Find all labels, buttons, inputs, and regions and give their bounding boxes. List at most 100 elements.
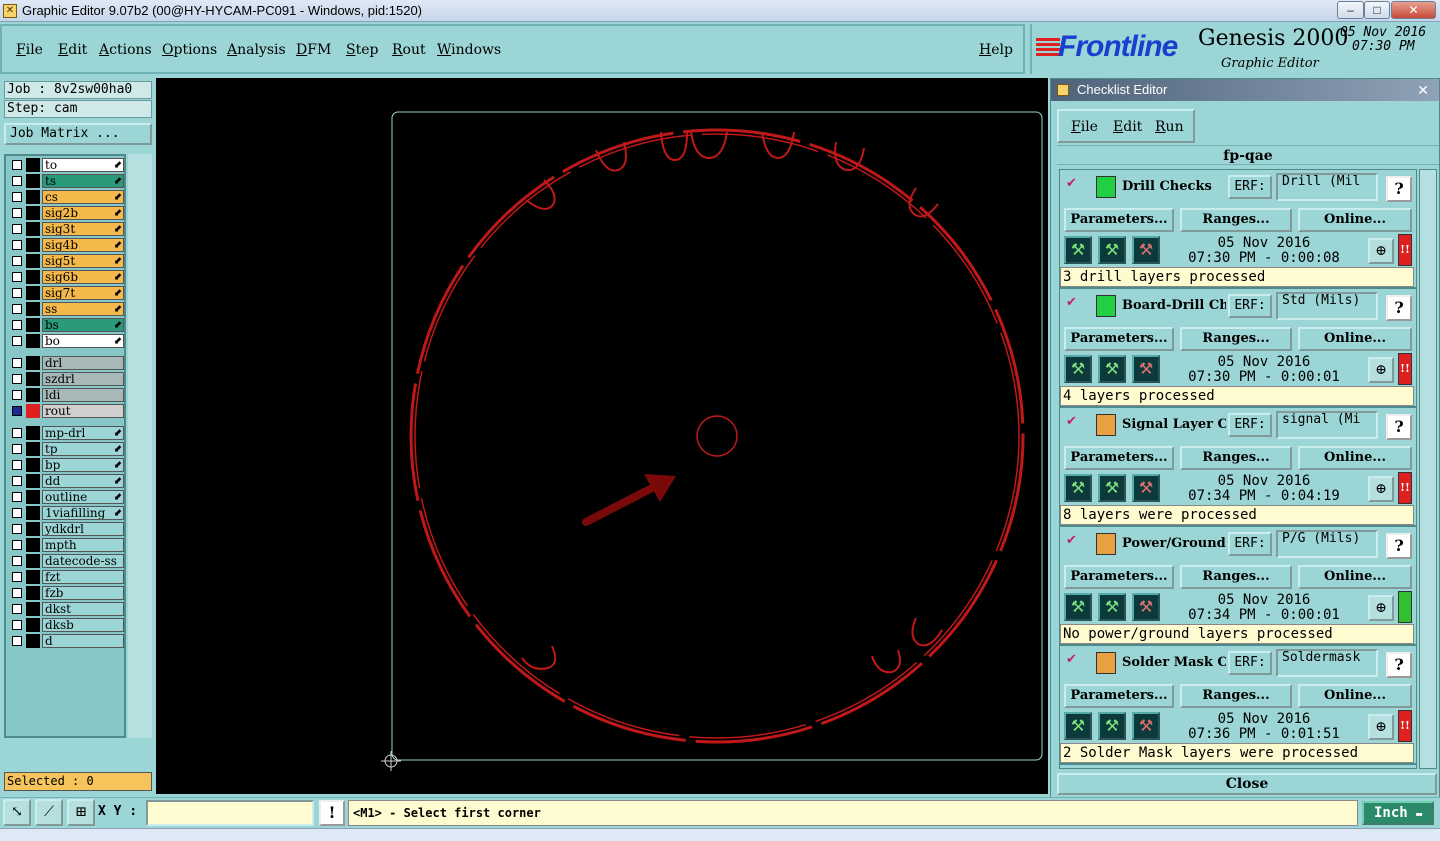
layer-name[interactable]: sig6b ⬋	[42, 270, 124, 284]
layer-color-swatch[interactable]	[26, 206, 40, 220]
layer-color-swatch[interactable]	[26, 538, 40, 552]
zoom-area-button[interactable]: ⤡	[3, 799, 31, 826]
checklist-scrollbar[interactable]	[1419, 169, 1437, 769]
erf-button[interactable]: ERF:	[1228, 175, 1272, 199]
xy-coordinate-input[interactable]	[146, 800, 314, 826]
layer-checkbox[interactable]	[12, 272, 22, 282]
action-name[interactable]: Signal Layer Checks	[1122, 417, 1226, 432]
layer-name[interactable]: datecode-ss	[42, 554, 124, 568]
layer-checkbox[interactable]	[12, 406, 22, 416]
parameters-button[interactable]: Parameters...	[1064, 446, 1174, 470]
layer-row-dkst[interactable]: dkst	[8, 602, 124, 616]
layer-row-dksb[interactable]: dksb	[8, 618, 124, 632]
layer-row-ss[interactable]: ss ⬋	[8, 302, 124, 316]
maximize-button[interactable]: □	[1364, 1, 1390, 19]
layer-name[interactable]: sig4b ⬋	[42, 238, 124, 252]
layer-checkbox[interactable]	[12, 320, 22, 330]
layer-name[interactable]: drl	[42, 356, 124, 370]
layer-checkbox[interactable]	[12, 636, 22, 646]
layer-name[interactable]: tp ⬋	[42, 442, 124, 456]
layer-color-swatch[interactable]	[26, 404, 40, 418]
layer-list-scrollbar[interactable]	[128, 154, 152, 738]
action-enabled-checkbox[interactable]: ✔	[1066, 177, 1080, 191]
view-results-icon[interactable]: ⚒	[1132, 593, 1160, 621]
close-window-button[interactable]: ✕	[1391, 1, 1436, 19]
layer-name[interactable]: sig5t ⬋	[42, 254, 124, 268]
action-name[interactable]: Drill Checks	[1122, 179, 1226, 194]
layer-name[interactable]: mp-drl ⬋	[42, 426, 124, 440]
layer-color-swatch[interactable]	[26, 490, 40, 504]
layer-color-swatch[interactable]	[26, 602, 40, 616]
help-button[interactable]: ?	[1386, 295, 1412, 321]
layer-name[interactable]: bo ⬋	[42, 334, 124, 348]
layer-checkbox[interactable]	[12, 336, 22, 346]
online-button[interactable]: Online...	[1298, 327, 1412, 351]
menu-edit[interactable]: Edit	[58, 42, 87, 58]
online-button[interactable]: Online...	[1298, 446, 1412, 470]
zoom-results-icon[interactable]: ⊕	[1368, 238, 1394, 264]
layer-color-swatch[interactable]	[26, 554, 40, 568]
layer-row-sig2b[interactable]: sig2b ⬋	[8, 206, 124, 220]
layer-row-fzb[interactable]: fzb	[8, 586, 124, 600]
run-action-icon[interactable]: ⚒	[1064, 593, 1092, 621]
units-selector[interactable]: Inch ▬	[1362, 801, 1434, 825]
checklist-menu-file[interactable]: File	[1071, 119, 1098, 135]
layer-checkbox[interactable]	[12, 572, 22, 582]
layer-color-swatch[interactable]	[26, 190, 40, 204]
online-button[interactable]: Online...	[1298, 565, 1412, 589]
run-step-icon[interactable]: ⚒	[1098, 236, 1126, 264]
layer-checkbox[interactable]	[12, 588, 22, 598]
layer-row-ts[interactable]: ts ⬋	[8, 174, 124, 188]
layer-color-swatch[interactable]	[26, 222, 40, 236]
layer-name[interactable]: cs ⬋	[42, 190, 124, 204]
layer-name[interactable]: outline ⬋	[42, 490, 124, 504]
layer-checkbox[interactable]	[12, 192, 22, 202]
menu-help[interactable]: Help	[979, 42, 1013, 58]
zoom-results-icon[interactable]: ⊕	[1368, 595, 1394, 621]
layer-color-swatch[interactable]	[26, 286, 40, 300]
layer-color-swatch[interactable]	[26, 238, 40, 252]
warning-button[interactable]: !	[319, 800, 345, 826]
layer-name[interactable]: fzb	[42, 586, 124, 600]
layer-color-swatch[interactable]	[26, 634, 40, 648]
canvas-drawing[interactable]	[156, 78, 1048, 794]
minimize-button[interactable]: –	[1337, 1, 1364, 19]
layer-row-sig6b[interactable]: sig6b ⬋	[8, 270, 124, 284]
layer-color-swatch[interactable]	[26, 254, 40, 268]
layer-name[interactable]: ss ⬋	[42, 302, 124, 316]
layer-row-bp[interactable]: bp ⬋	[8, 458, 124, 472]
layer-checkbox[interactable]	[12, 540, 22, 550]
layer-name[interactable]: dkst	[42, 602, 124, 616]
help-button[interactable]: ?	[1386, 533, 1412, 559]
online-button[interactable]: Online...	[1298, 208, 1412, 232]
layer-checkbox[interactable]	[12, 524, 22, 534]
layer-checkbox[interactable]	[12, 374, 22, 384]
layer-row-datecode-ss[interactable]: datecode-ss	[8, 554, 124, 568]
ranges-button[interactable]: Ranges...	[1180, 446, 1292, 470]
layer-name[interactable]: ldi	[42, 388, 124, 402]
measure-button[interactable]: ⟋	[35, 799, 63, 826]
layer-row-fzt[interactable]: fzt	[8, 570, 124, 584]
erf-button[interactable]: ERF:	[1228, 413, 1272, 437]
view-results-icon[interactable]: ⚒	[1132, 712, 1160, 740]
action-enabled-checkbox[interactable]: ✔	[1066, 415, 1080, 429]
layer-checkbox[interactable]	[12, 604, 22, 614]
layer-checkbox[interactable]	[12, 428, 22, 438]
menu-analysis[interactable]: Analysis	[227, 42, 286, 58]
layer-row-1viafilling[interactable]: 1viafilling ⬋	[8, 506, 124, 520]
action-enabled-checkbox[interactable]: ✔	[1066, 534, 1080, 548]
run-action-icon[interactable]: ⚒	[1064, 236, 1092, 264]
layer-row-drl[interactable]: drl	[8, 356, 124, 370]
layer-name[interactable]: dd ⬋	[42, 474, 124, 488]
layer-checkbox[interactable]	[12, 556, 22, 566]
layer-row-ldi[interactable]: ldi	[8, 388, 124, 402]
help-button[interactable]: ?	[1386, 414, 1412, 440]
layer-name[interactable]: 1viafilling ⬋	[42, 506, 124, 520]
job-matrix-button[interactable]: Job Matrix ...	[4, 123, 152, 145]
layer-row-cs[interactable]: cs ⬋	[8, 190, 124, 204]
layer-color-swatch[interactable]	[26, 442, 40, 456]
layer-row-bo[interactable]: bo ⬋	[8, 334, 124, 348]
parameters-button[interactable]: Parameters...	[1064, 208, 1174, 232]
layer-row-dd[interactable]: dd ⬋	[8, 474, 124, 488]
layer-color-swatch[interactable]	[26, 356, 40, 370]
